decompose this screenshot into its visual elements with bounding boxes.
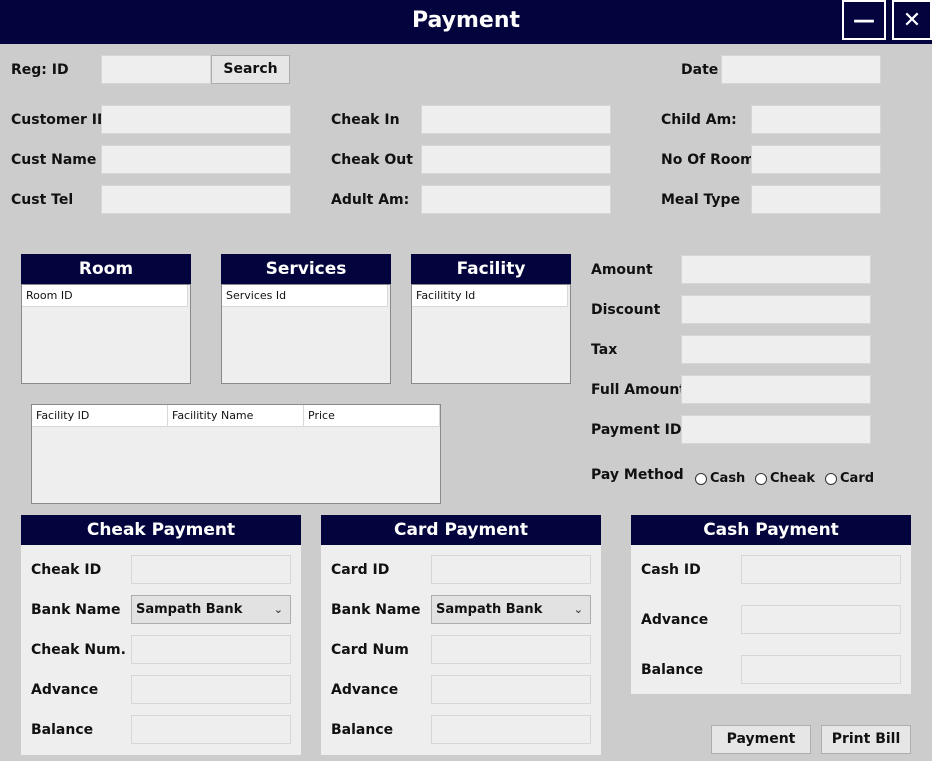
card-num-input[interactable] [431, 635, 591, 664]
cheque-bank-select[interactable]: Sampath Bank ⌄ [131, 595, 291, 624]
cheque-num-input[interactable] [131, 635, 291, 664]
card-advance-input[interactable] [431, 675, 591, 704]
card-bank-select[interactable]: Sampath Bank ⌄ [431, 595, 591, 624]
no-of-room-label: No Of Room [661, 152, 755, 168]
chevron-down-icon[interactable]: ⌄ [574, 596, 583, 623]
tax-label: Tax [591, 342, 618, 358]
card-radio-label: Card [840, 471, 875, 486]
room-list[interactable]: Room ID [21, 284, 191, 384]
close-icon[interactable]: ✕ [892, 0, 932, 40]
child-amount-label: Child Am: [661, 112, 737, 128]
check-out-input[interactable] [421, 145, 611, 174]
radio-icon[interactable] [755, 472, 767, 485]
cash-balance-input[interactable] [741, 655, 901, 684]
facility-panel-title: Facility [411, 254, 571, 284]
check-out-label: Cheak Out [331, 152, 413, 168]
print-bill-button[interactable]: Print Bill [821, 725, 911, 754]
cheque-balance-input[interactable] [131, 715, 291, 744]
adult-amount-input[interactable] [421, 185, 611, 214]
card-payment-title: Card Payment [321, 515, 601, 545]
cheque-num-label: Cheak Num. [31, 642, 126, 658]
full-amount-input[interactable] [681, 375, 871, 404]
facility-table-header-name[interactable]: Facilitity Name [168, 405, 304, 427]
room-panel-title: Room [21, 254, 191, 284]
check-in-input[interactable] [421, 105, 611, 134]
window-title: Payment [411, 8, 521, 33]
no-of-room-input[interactable] [751, 145, 881, 174]
facility-table-header-id[interactable]: Facility ID [32, 405, 168, 427]
cheque-advance-input[interactable] [131, 675, 291, 704]
cheque-bank-label: Bank Name [31, 602, 121, 618]
chevron-down-icon[interactable]: ⌄ [274, 596, 283, 623]
amount-label: Amount [591, 262, 653, 278]
room-id-column[interactable]: Room ID [22, 285, 188, 307]
reg-id-input[interactable] [101, 55, 211, 84]
cheque-advance-label: Advance [31, 682, 99, 698]
cash-id-label: Cash ID [641, 562, 701, 578]
cash-advance-input[interactable] [741, 605, 901, 634]
cheque-bank-value: Sampath Bank [136, 602, 243, 617]
cash-payment-title: Cash Payment [631, 515, 911, 545]
cash-advance-label: Advance [641, 612, 709, 628]
minimize-icon[interactable]: — [842, 0, 886, 40]
card-id-label: Card ID [331, 562, 390, 578]
check-in-label: Cheak In [331, 112, 400, 128]
full-amount-label: Full Amount [591, 382, 686, 398]
pay-method-card-radio[interactable]: Card [825, 468, 874, 487]
card-balance-label: Balance [331, 722, 394, 738]
card-id-input[interactable] [431, 555, 591, 584]
search-button[interactable]: Search [211, 55, 290, 84]
card-advance-label: Advance [331, 682, 399, 698]
customer-id-input[interactable] [101, 105, 291, 134]
pay-method-label: Pay Method [591, 467, 684, 483]
cust-name-input[interactable] [101, 145, 291, 174]
services-panel-title: Services [221, 254, 391, 284]
date-label: Date [681, 62, 719, 78]
cheque-balance-label: Balance [31, 722, 94, 738]
facility-table-header-price[interactable]: Price [304, 405, 440, 427]
radio-icon[interactable] [825, 472, 837, 485]
date-input[interactable] [721, 55, 881, 84]
payment-id-label: Payment ID [591, 422, 682, 438]
discount-input[interactable] [681, 295, 871, 324]
discount-label: Discount [591, 302, 661, 318]
radio-icon[interactable] [695, 472, 707, 485]
cheque-payment-title: Cheak Payment [21, 515, 301, 545]
meal-type-input[interactable] [751, 185, 881, 214]
cash-radio-label: Cash [710, 471, 746, 486]
pay-method-cash-radio[interactable]: Cash [695, 468, 745, 487]
card-bank-label: Bank Name [331, 602, 421, 618]
meal-type-label: Meal Type [661, 192, 741, 208]
facility-table[interactable]: Facility ID Facilitity Name Price [31, 404, 441, 504]
cheque-id-input[interactable] [131, 555, 291, 584]
services-list[interactable]: Services Id [221, 284, 391, 384]
customer-id-label: Customer ID [11, 112, 109, 128]
facility-list[interactable]: Facilitity Id [411, 284, 571, 384]
cheque-radio-label: Cheak [770, 471, 816, 486]
payment-button[interactable]: Payment [711, 725, 811, 754]
amount-input[interactable] [681, 255, 871, 284]
reg-id-label: Reg: ID [11, 62, 69, 78]
cust-tel-label: Cust Tel [11, 192, 74, 208]
cash-balance-label: Balance [641, 662, 704, 678]
cash-id-input[interactable] [741, 555, 901, 584]
services-id-column[interactable]: Services Id [222, 285, 388, 307]
card-balance-input[interactable] [431, 715, 591, 744]
cust-tel-input[interactable] [101, 185, 291, 214]
tax-input[interactable] [681, 335, 871, 364]
facility-id-column[interactable]: Facilitity Id [412, 285, 568, 307]
card-bank-value: Sampath Bank [436, 602, 543, 617]
cust-name-label: Cust Name [11, 152, 97, 168]
adult-amount-label: Adult Am: [331, 192, 410, 208]
pay-method-cheque-radio[interactable]: Cheak [755, 468, 815, 487]
cheque-id-label: Cheak ID [31, 562, 102, 578]
card-num-label: Card Num [331, 642, 409, 658]
payment-id-input[interactable] [681, 415, 871, 444]
child-amount-input[interactable] [751, 105, 881, 134]
